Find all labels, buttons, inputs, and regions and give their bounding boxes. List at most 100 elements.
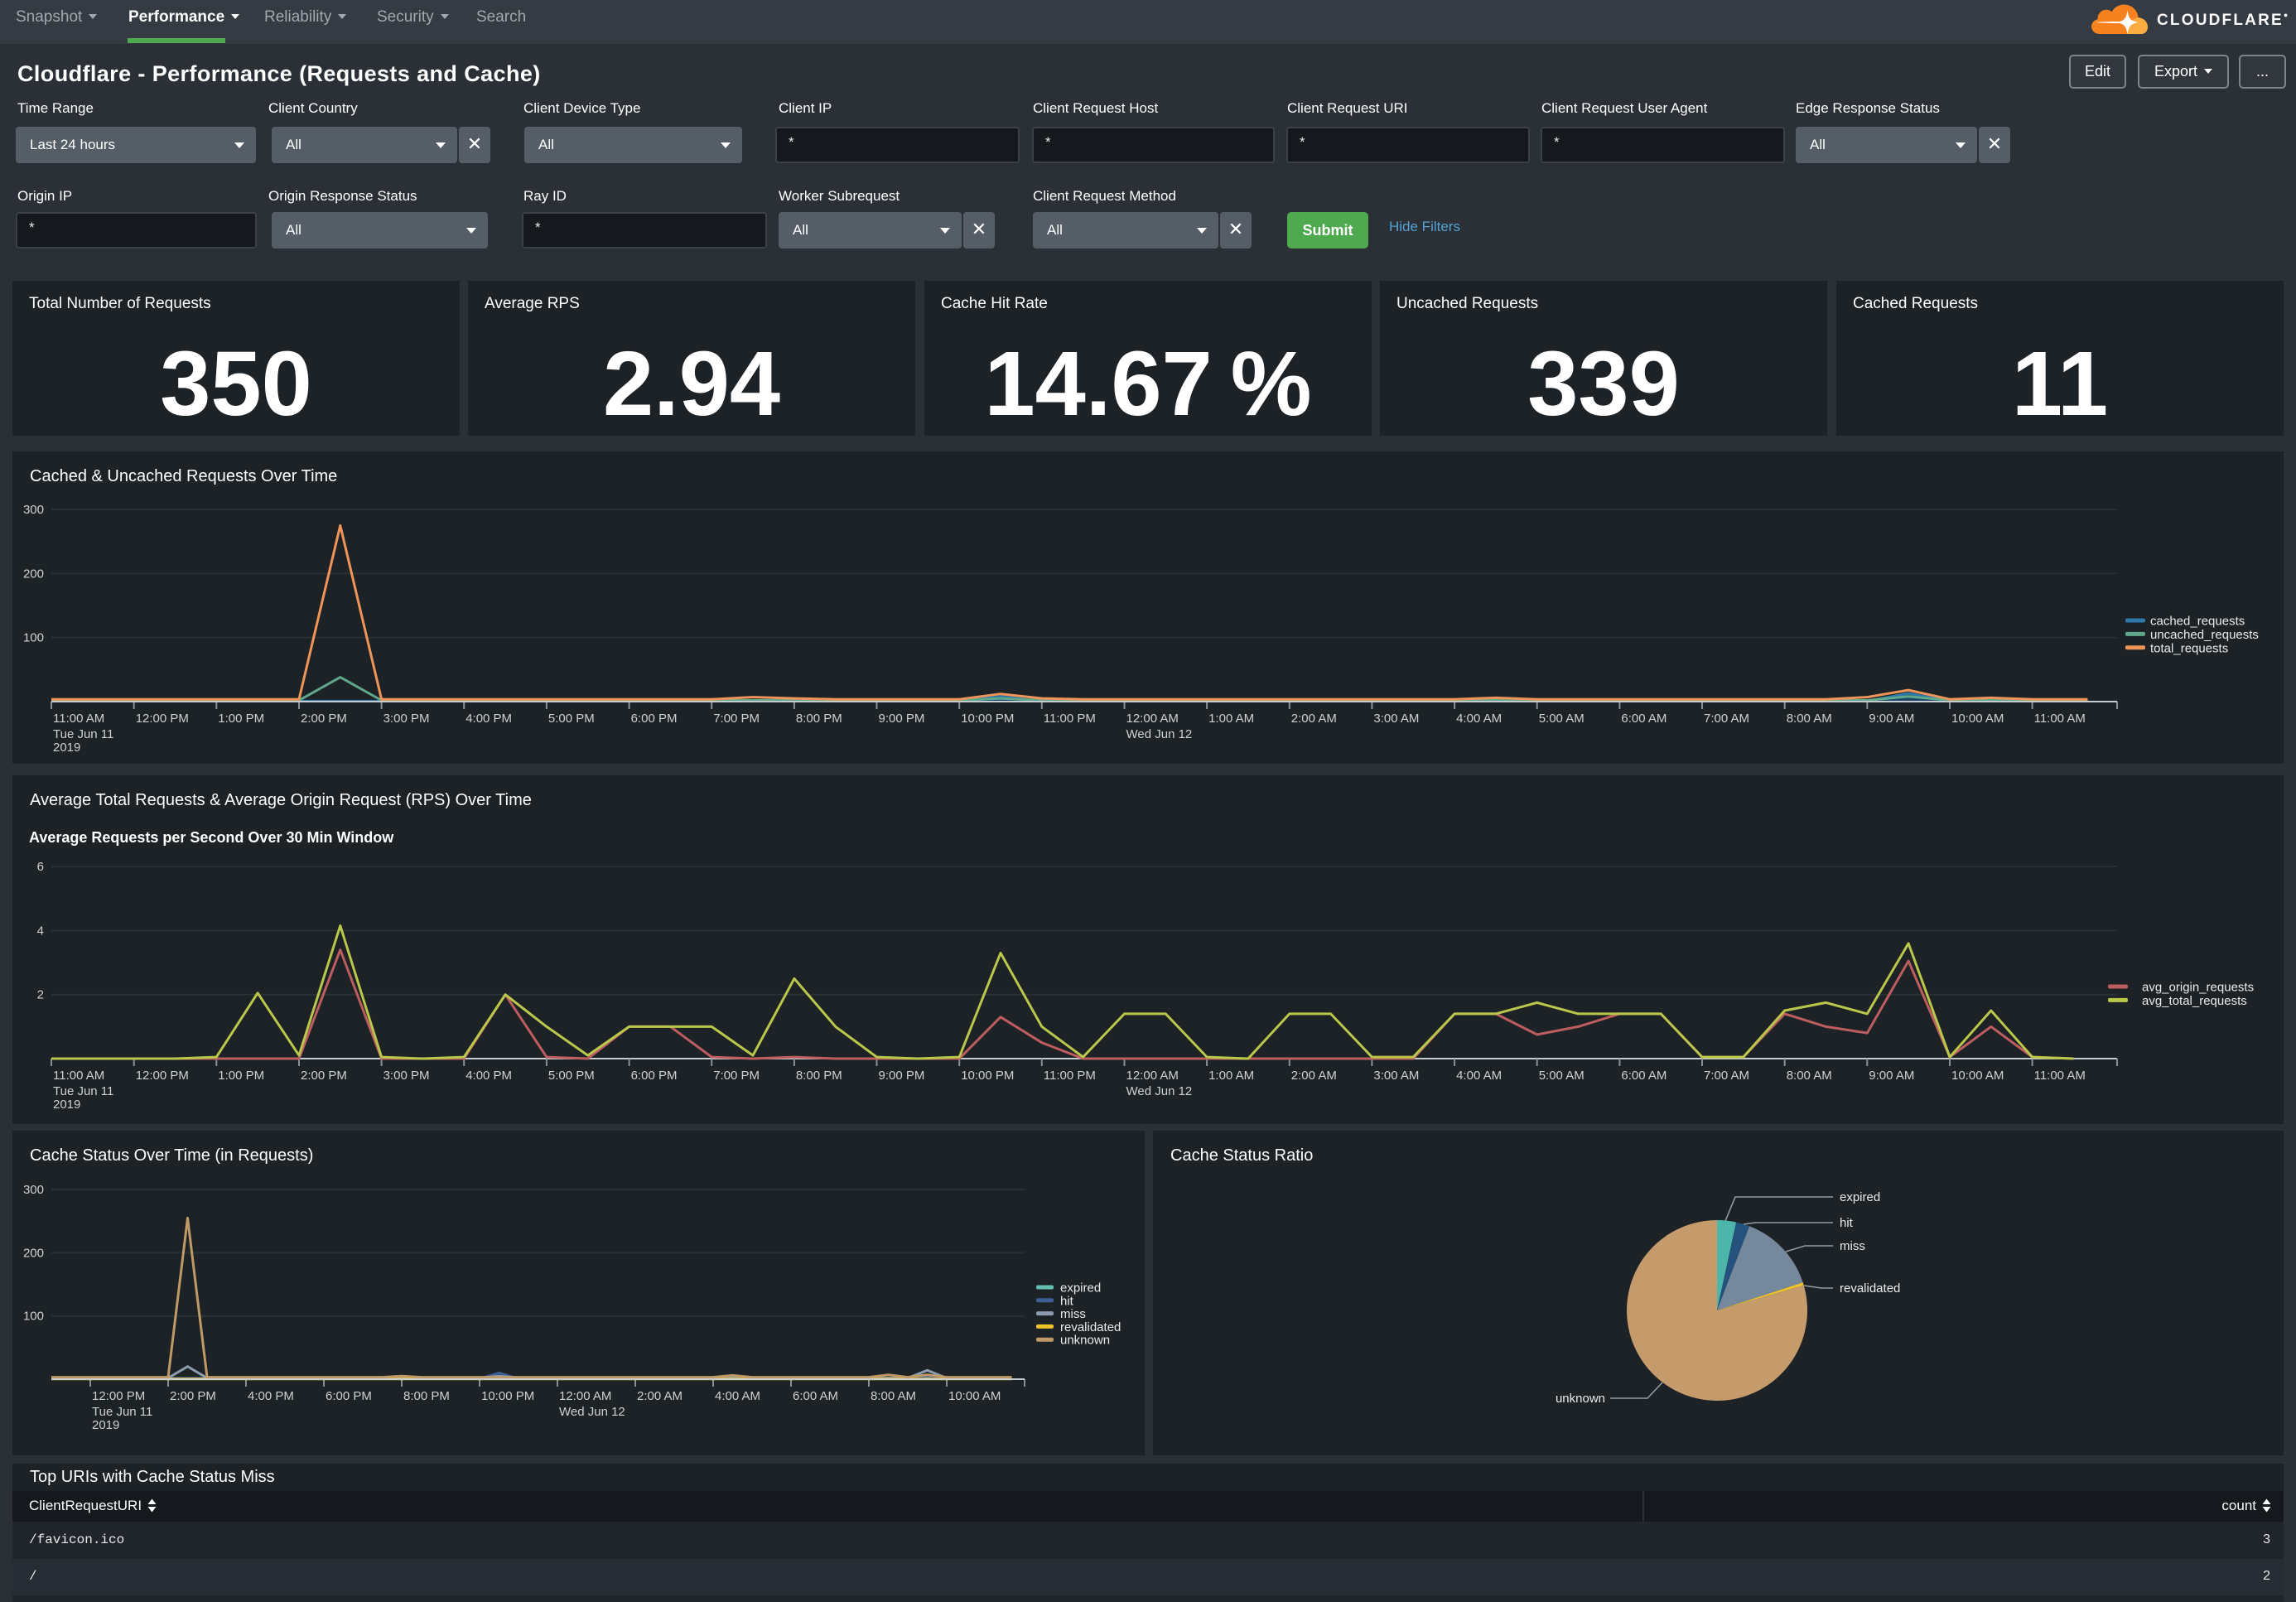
svg-text:300: 300 bbox=[23, 1183, 44, 1197]
svg-text:2019: 2019 bbox=[53, 741, 80, 755]
svg-text:expired: expired bbox=[1060, 1281, 1101, 1296]
svg-text:8:00 AM: 8:00 AM bbox=[1787, 1069, 1832, 1083]
svg-text:11:00 AM: 11:00 AM bbox=[53, 712, 104, 726]
svg-text:revalidated: revalidated bbox=[1060, 1320, 1121, 1334]
svg-text:2:00 PM: 2:00 PM bbox=[170, 1389, 216, 1403]
svg-text:hit: hit bbox=[1060, 1294, 1074, 1308]
svg-text:11:00 AM: 11:00 AM bbox=[53, 1069, 104, 1083]
svg-text:3:00 PM: 3:00 PM bbox=[383, 712, 430, 726]
svg-text:4:00 PM: 4:00 PM bbox=[465, 1069, 512, 1083]
svg-text:Average Requests per Second Ov: Average Requests per Second Over 30 Min … bbox=[29, 829, 394, 846]
svg-text:8:00 AM: 8:00 AM bbox=[1787, 712, 1832, 726]
svg-text:10:00 PM: 10:00 PM bbox=[961, 712, 1014, 726]
svg-text:2:00 AM: 2:00 AM bbox=[637, 1389, 683, 1403]
svg-text:unknown: unknown bbox=[1060, 1334, 1110, 1348]
svg-text:12:00 PM: 12:00 PM bbox=[136, 712, 189, 726]
svg-text:11:00 AM: 11:00 AM bbox=[2034, 1069, 2086, 1083]
svg-text:7:00 AM: 7:00 AM bbox=[1704, 712, 1749, 726]
svg-text:6:00 AM: 6:00 AM bbox=[1621, 712, 1667, 726]
svg-text:Tue Jun 11: Tue Jun 11 bbox=[53, 727, 113, 741]
svg-text:4:00 AM: 4:00 AM bbox=[1456, 712, 1502, 726]
svg-text:5:00 PM: 5:00 PM bbox=[548, 1069, 595, 1083]
svg-text:9:00 PM: 9:00 PM bbox=[879, 712, 925, 726]
svg-text:miss: miss bbox=[1840, 1239, 1865, 1253]
svg-text:2019: 2019 bbox=[92, 1418, 119, 1432]
svg-text:7:00 PM: 7:00 PM bbox=[713, 712, 760, 726]
svg-text:11:00 PM: 11:00 PM bbox=[1044, 712, 1096, 726]
svg-text:2:00 AM: 2:00 AM bbox=[1291, 1069, 1337, 1083]
svg-text:6:00 PM: 6:00 PM bbox=[631, 712, 678, 726]
svg-text:8:00 PM: 8:00 PM bbox=[403, 1389, 450, 1403]
svg-text:12:00 AM: 12:00 AM bbox=[1126, 1069, 1179, 1083]
svg-text:miss: miss bbox=[1060, 1307, 1086, 1321]
svg-text:2:00 PM: 2:00 PM bbox=[301, 712, 347, 726]
svg-text:4: 4 bbox=[37, 924, 44, 938]
svg-text:Cache Status Over Time (in Req: Cache Status Over Time (in Requests) bbox=[30, 1146, 313, 1165]
svg-text:10:00 AM: 10:00 AM bbox=[1951, 1069, 2004, 1083]
svg-text:8:00 AM: 8:00 AM bbox=[871, 1389, 916, 1403]
svg-text:uncached_requests: uncached_requests bbox=[2150, 628, 2259, 642]
svg-text:revalidated: revalidated bbox=[1840, 1281, 1900, 1296]
svg-text:4:00 AM: 4:00 AM bbox=[715, 1389, 760, 1403]
svg-text:2:00 AM: 2:00 AM bbox=[1291, 712, 1337, 726]
svg-text:cached_requests: cached_requests bbox=[2150, 615, 2245, 629]
svg-text:9:00 AM: 9:00 AM bbox=[1869, 712, 1914, 726]
svg-text:5:00 PM: 5:00 PM bbox=[548, 712, 595, 726]
svg-text:12:00 AM: 12:00 AM bbox=[1126, 712, 1179, 726]
svg-text:expired: expired bbox=[1840, 1190, 1880, 1204]
svg-text:2: 2 bbox=[37, 988, 44, 1002]
svg-text:avg_origin_requests: avg_origin_requests bbox=[2142, 981, 2254, 995]
svg-text:10:00 PM: 10:00 PM bbox=[481, 1389, 534, 1403]
svg-text:1:00 PM: 1:00 PM bbox=[218, 712, 264, 726]
svg-text:Tue Jun 11: Tue Jun 11 bbox=[92, 1405, 152, 1419]
svg-text:Wed Jun 12: Wed Jun 12 bbox=[559, 1405, 625, 1419]
svg-text:avg_total_requests: avg_total_requests bbox=[2142, 994, 2247, 1008]
svg-text:hit: hit bbox=[1840, 1216, 1854, 1230]
svg-text:12:00 PM: 12:00 PM bbox=[136, 1069, 189, 1083]
svg-text:1:00 PM: 1:00 PM bbox=[218, 1069, 264, 1083]
svg-text:100: 100 bbox=[23, 1310, 44, 1324]
svg-text:200: 200 bbox=[23, 567, 44, 581]
svg-text:9:00 AM: 9:00 AM bbox=[1869, 1069, 1914, 1083]
svg-text:12:00 AM: 12:00 AM bbox=[559, 1389, 611, 1403]
svg-text:3:00 PM: 3:00 PM bbox=[383, 1069, 430, 1083]
svg-text:1:00 AM: 1:00 AM bbox=[1208, 712, 1254, 726]
svg-text:11:00 PM: 11:00 PM bbox=[1044, 1069, 1096, 1083]
svg-text:9:00 PM: 9:00 PM bbox=[879, 1069, 925, 1083]
svg-text:8:00 PM: 8:00 PM bbox=[796, 1069, 842, 1083]
svg-text:unknown: unknown bbox=[1556, 1392, 1605, 1406]
svg-text:7:00 AM: 7:00 AM bbox=[1704, 1069, 1749, 1083]
svg-text:total_requests: total_requests bbox=[2150, 641, 2228, 655]
svg-text:4:00 PM: 4:00 PM bbox=[465, 712, 512, 726]
svg-text:1:00 AM: 1:00 AM bbox=[1208, 1069, 1254, 1083]
svg-text:Cache Status Ratio: Cache Status Ratio bbox=[1170, 1146, 1313, 1165]
svg-text:8:00 PM: 8:00 PM bbox=[796, 712, 842, 726]
svg-text:10:00 PM: 10:00 PM bbox=[961, 1069, 1014, 1083]
svg-text:6:00 PM: 6:00 PM bbox=[326, 1389, 372, 1403]
svg-text:Cached & Uncached Requests Ove: Cached & Uncached Requests Over Time bbox=[30, 467, 337, 485]
svg-text:10:00 AM: 10:00 AM bbox=[948, 1389, 1001, 1403]
svg-text:5:00 AM: 5:00 AM bbox=[1539, 712, 1585, 726]
svg-text:Wed Jun 12: Wed Jun 12 bbox=[1126, 727, 1193, 741]
svg-text:6: 6 bbox=[37, 860, 44, 874]
svg-text:7:00 PM: 7:00 PM bbox=[713, 1069, 760, 1083]
svg-text:6:00 PM: 6:00 PM bbox=[631, 1069, 678, 1083]
svg-text:3:00 AM: 3:00 AM bbox=[1373, 712, 1419, 726]
svg-text:5:00 AM: 5:00 AM bbox=[1539, 1069, 1585, 1083]
svg-text:4:00 AM: 4:00 AM bbox=[1456, 1069, 1502, 1083]
svg-text:12:00 PM: 12:00 PM bbox=[92, 1389, 145, 1403]
svg-text:11:00 AM: 11:00 AM bbox=[2034, 712, 2086, 726]
svg-text:Wed Jun 12: Wed Jun 12 bbox=[1126, 1084, 1193, 1098]
svg-text:6:00 AM: 6:00 AM bbox=[793, 1389, 838, 1403]
svg-text:4:00 PM: 4:00 PM bbox=[248, 1389, 294, 1403]
svg-text:Tue Jun 11: Tue Jun 11 bbox=[53, 1084, 113, 1098]
svg-text:3:00 AM: 3:00 AM bbox=[1373, 1069, 1419, 1083]
svg-text:2019: 2019 bbox=[53, 1098, 80, 1112]
svg-text:200: 200 bbox=[23, 1246, 44, 1260]
svg-text:Average Total Requests & Avera: Average Total Requests & Average Origin … bbox=[30, 791, 532, 809]
svg-text:100: 100 bbox=[23, 631, 44, 645]
svg-text:300: 300 bbox=[23, 503, 44, 517]
svg-text:10:00 AM: 10:00 AM bbox=[1951, 712, 2004, 726]
svg-text:6:00 AM: 6:00 AM bbox=[1621, 1069, 1667, 1083]
svg-text:2:00 PM: 2:00 PM bbox=[301, 1069, 347, 1083]
